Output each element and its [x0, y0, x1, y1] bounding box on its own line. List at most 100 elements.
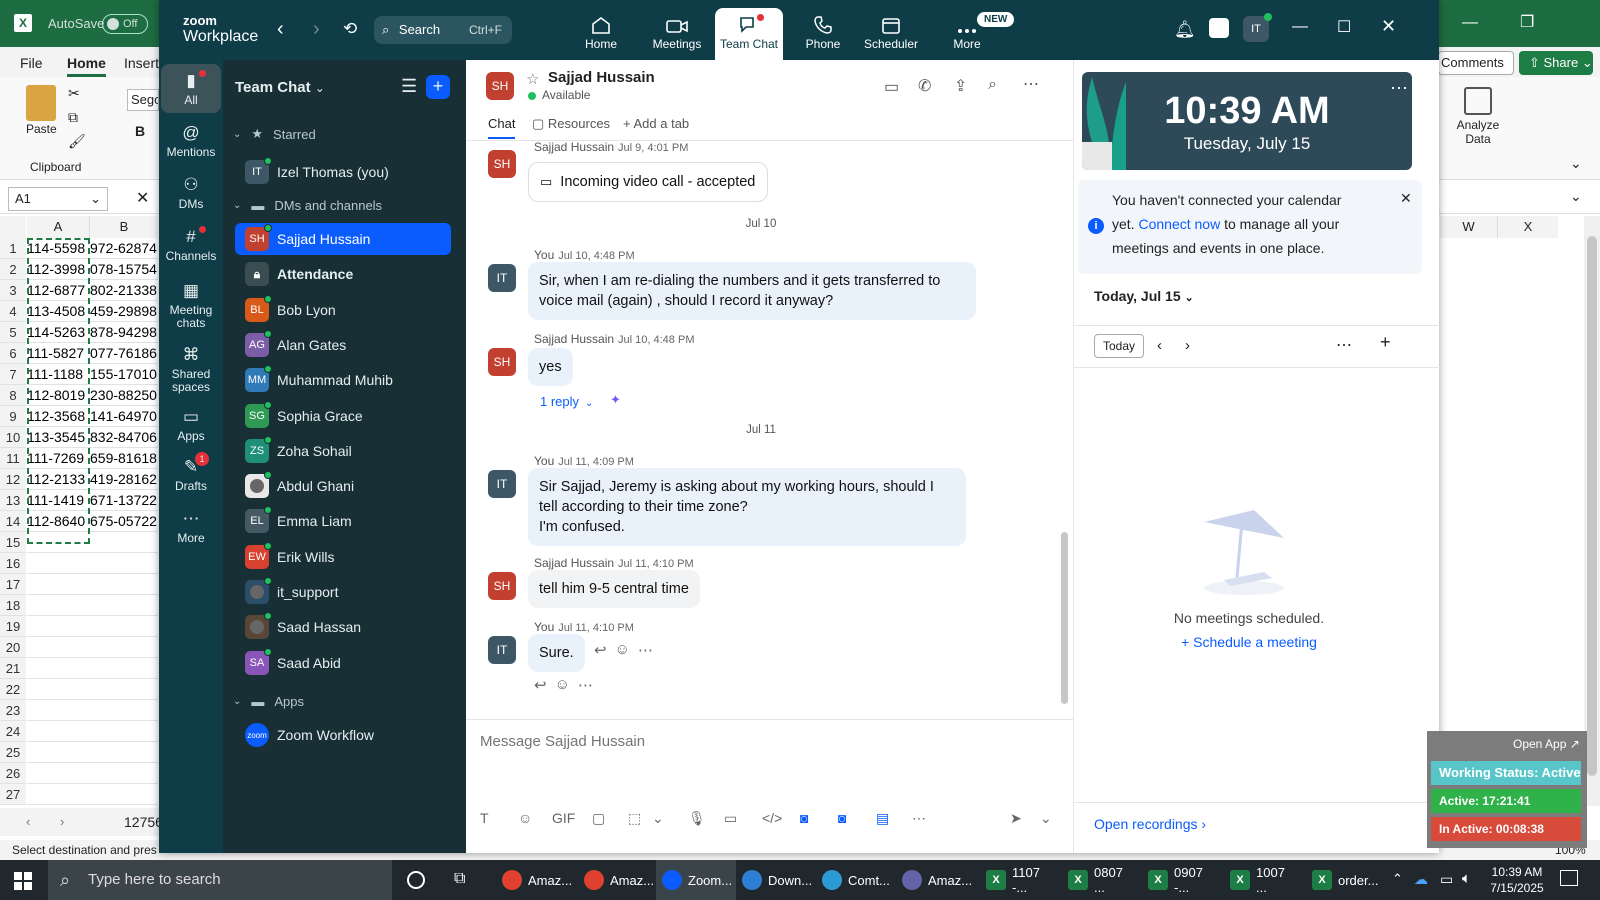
conversation-item[interactable]: BL Bob Lyon	[235, 294, 451, 326]
row-header[interactable]: 6	[0, 343, 26, 364]
cell-b[interactable]: 078-15754	[90, 259, 158, 280]
app-calendar-icon[interactable]: ▤	[876, 810, 889, 827]
close-icon[interactable]: ✕	[1381, 16, 1396, 37]
maximize-icon[interactable]: ☐	[1337, 17, 1351, 37]
message-avatar[interactable]: IT	[488, 264, 516, 292]
row-header[interactable]: 11	[0, 448, 26, 469]
minimize-icon[interactable]: —	[1462, 14, 1478, 32]
rail-shared-spaces[interactable]: ⌘ Shared spaces	[161, 338, 221, 400]
cell-b[interactable]: 972-62874	[90, 238, 158, 259]
today-button[interactable]: Today	[1094, 334, 1144, 358]
microphone-icon[interactable]: 🎙︎	[688, 810, 706, 827]
cell-b[interactable]: 675-05722	[90, 511, 158, 532]
row-header[interactable]: 2	[0, 259, 26, 280]
video-message-icon[interactable]: ▭	[724, 810, 737, 827]
clock-more-icon[interactable]: ⋯	[1390, 78, 1408, 99]
row-header[interactable]: 10	[0, 427, 26, 448]
video-call-icon[interactable]: ▭	[884, 77, 899, 97]
message-avatar[interactable]: IT	[488, 470, 516, 498]
nav-home[interactable]: Home	[567, 8, 635, 60]
conversation-item[interactable]: SA Saad Abid	[235, 647, 451, 679]
minimize-icon[interactable]: —	[1292, 18, 1308, 36]
cell-a[interactable]	[27, 721, 90, 742]
task-view-icon[interactable]: ⧉	[454, 870, 465, 888]
taskbar-app[interactable]: X 1107 -...	[980, 860, 1060, 900]
app-zoom-icon[interactable]: ◙	[800, 810, 808, 826]
conversation-item[interactable]: MM Muhammad Muhib	[235, 364, 451, 396]
taskbar-app[interactable]: X 0907 -...	[1142, 860, 1222, 900]
filter-icon[interactable]: ☰	[401, 76, 417, 97]
app-box-icon[interactable]: ◙	[838, 810, 846, 826]
conversation-item[interactable]: SH Sajjad Hussain	[235, 223, 451, 255]
column-header-a[interactable]: A	[27, 216, 90, 238]
rail-more[interactable]: ⋯ More	[161, 502, 221, 551]
share-button[interactable]: ⇧ Share ⌄	[1519, 51, 1593, 75]
cell-b[interactable]	[90, 784, 158, 805]
format-painter-icon[interactable]: 🖌	[68, 133, 86, 150]
row-header[interactable]: 7	[0, 364, 26, 385]
bold-button[interactable]: B	[135, 123, 145, 139]
row-header[interactable]: 22	[0, 679, 26, 700]
row-header[interactable]: 3	[0, 280, 26, 301]
conversation-item[interactable]: zoom Zoom Workflow	[235, 719, 451, 751]
sheet-tab[interactable]: 12756	[124, 814, 163, 830]
back-arrow-icon[interactable]: ‹	[277, 18, 284, 41]
row-header[interactable]: 8	[0, 385, 26, 406]
forward-arrow-icon[interactable]: ›	[313, 18, 320, 41]
message-bubble[interactable]: tell him 9-5 central time	[528, 570, 700, 608]
open-app-button[interactable]: Open App ↗	[1513, 737, 1580, 751]
row-header[interactable]: 18	[0, 595, 26, 616]
day-selector[interactable]: Today, Jul 15 ⌄	[1094, 288, 1194, 304]
row-header[interactable]: 24	[0, 721, 26, 742]
rail-all[interactable]: ▮ All	[161, 64, 221, 113]
cell-a[interactable]	[27, 574, 90, 595]
cell-a[interactable]	[27, 637, 90, 658]
cell-b[interactable]	[90, 763, 158, 784]
open-recordings-link[interactable]: Open recordings ›	[1094, 816, 1206, 832]
font-name-box[interactable]: Sego	[127, 89, 159, 111]
conversation-item[interactable]: EW Erik Wills	[235, 541, 451, 573]
cell-a[interactable]	[27, 595, 90, 616]
taskbar-app[interactable]: X 1007 ...	[1224, 860, 1304, 900]
cell-b[interactable]	[90, 574, 158, 595]
vertical-scrollbar[interactable]	[1584, 216, 1600, 806]
onedrive-icon[interactable]: ☁	[1414, 871, 1428, 888]
row-header[interactable]: 15	[0, 532, 26, 553]
cell-a[interactable]	[27, 742, 90, 763]
taskbar-app[interactable]: X 0807 ...	[1062, 860, 1142, 900]
cell-b[interactable]: 832-84706	[90, 427, 158, 448]
phone-call-icon[interactable]: ✆	[918, 76, 931, 96]
tab-chat[interactable]: Chat	[488, 116, 516, 139]
menu-insert[interactable]: Insert	[124, 55, 159, 71]
tab-resources[interactable]: ▢ Resources	[532, 116, 610, 132]
conversation-item[interactable]: AG Alan Gates	[235, 329, 451, 361]
cancel-formula-icon[interactable]: ✕	[136, 188, 149, 208]
screenshot-icon[interactable]: ⬚	[628, 810, 641, 827]
prev-day-icon[interactable]: ‹	[1157, 337, 1162, 354]
row-header[interactable]: 13	[0, 490, 26, 511]
cell-b[interactable]	[90, 553, 158, 574]
taskbar-search[interactable]: ⌕ Type here to search	[48, 860, 392, 900]
conversation-item[interactable]: EL Emma Liam	[235, 505, 451, 537]
reply-icon[interactable]: ↩	[594, 641, 607, 659]
gif-icon[interactable]: GIF	[552, 810, 575, 826]
cell-b[interactable]: 419-28162	[90, 469, 158, 490]
message-input[interactable]	[480, 726, 1040, 756]
cell-b[interactable]: 141-64970	[90, 406, 158, 427]
emoji-icon[interactable]: ☺	[518, 810, 532, 826]
copy-icon[interactable]: ⧉	[68, 109, 78, 126]
section-header[interactable]: ⌄ ▬ Apps	[233, 694, 304, 709]
row-header[interactable]: 17	[0, 574, 26, 595]
name-box[interactable]: A1 ⌄	[8, 187, 108, 211]
cut-icon[interactable]: ✂	[68, 85, 80, 102]
rail-channels[interactable]: # Channels	[161, 220, 221, 269]
nav-team-chat[interactable]: Team Chat	[715, 8, 783, 60]
volume-icon[interactable]: 🔈︎	[1462, 870, 1471, 887]
emoji-icon[interactable]: ☺	[555, 676, 570, 694]
cell-b[interactable]	[90, 658, 158, 679]
cell-b[interactable]: 155-17010	[90, 364, 158, 385]
message-bubble[interactable]: Sure.	[528, 634, 585, 672]
cell-b[interactable]: 659-81618	[90, 448, 158, 469]
gift-icon[interactable]	[1209, 18, 1229, 38]
more-icon[interactable]: ⋯	[578, 676, 593, 694]
